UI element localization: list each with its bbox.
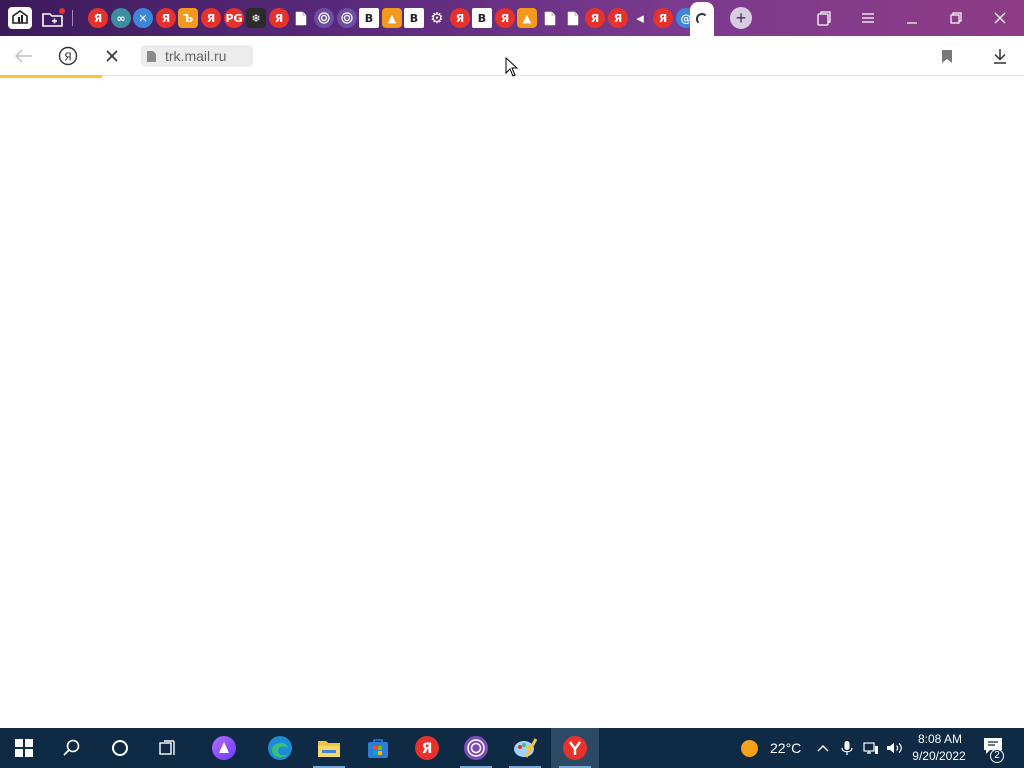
edge-app-icon[interactable] [256,728,304,768]
pinned-tab-icon[interactable] [337,8,357,28]
svg-text:Я: Я [64,51,72,64]
yandex-app-icon[interactable]: Я [403,728,451,768]
pinned-tab-icon[interactable]: PG [224,8,244,28]
desktop-screen: Я ∞ ✕ Я Ъ Я PG ❄ Я B ▲ B ⚙ Я B Я ▲ Я Я ◂ Я @ + Я [0,0,1024,768]
new-tab-button[interactable]: + [730,7,752,29]
tab-divider [72,10,73,26]
home-tab-icon[interactable] [5,4,35,32]
clock-time[interactable]: 8:08 AM [912,732,968,746]
url-text: trk.mail.ru [165,48,227,64]
pinned-tab-icon[interactable]: Я [608,8,628,28]
pinned-tab-icon[interactable]: ⚙ [427,8,447,28]
page-content[interactable] [0,78,1024,728]
tab-strip: Я ∞ ✕ Я Ъ Я PG ❄ Я B ▲ B ⚙ Я B Я ▲ Я Я ◂ Я @ + [0,0,1024,36]
paint-app-icon[interactable] [501,728,549,768]
file-explorer-app-icon[interactable] [305,728,353,768]
alice-app-icon[interactable] [200,728,248,768]
pinned-tab-icon[interactable]: Я [653,8,673,28]
mouse-cursor-icon [505,56,519,82]
bookmark-icon[interactable] [935,44,959,68]
pinned-tab-icon[interactable]: Я [450,8,470,28]
pinned-tab-icon[interactable] [291,8,311,28]
pinned-tab-icon[interactable]: Я [269,8,289,28]
clock-date[interactable]: 9/20/2022 [908,749,970,763]
pinned-tab-icon[interactable]: ❄ [246,8,266,28]
page-info-icon[interactable] [141,45,161,67]
volume-icon[interactable] [885,738,905,758]
pinned-tab-icon[interactable]: B [359,8,379,28]
weather-sun-icon[interactable] [741,740,758,757]
cortana-icon[interactable] [96,728,144,768]
task-view-icon[interactable] [144,728,192,768]
weather-temperature[interactable]: 22°C [770,740,801,756]
pinned-tab-icon[interactable]: B [472,8,492,28]
pinned-tab-icon[interactable] [540,8,560,28]
loading-spinner-icon [696,13,708,25]
pinned-tab-icon[interactable]: Я [156,8,176,28]
pinned-tab-icon[interactable]: B [404,8,424,28]
close-window-icon[interactable] [978,0,1022,36]
pinned-tab-icon[interactable]: ◂ [630,8,650,28]
show-hidden-icons-chevron-icon[interactable] [813,738,833,758]
notification-count-badge: 2 [990,749,1004,763]
pinned-tab-icon[interactable]: ▲ [517,8,537,28]
search-icon[interactable] [48,728,96,768]
pinned-tab-icon[interactable]: Я [495,8,515,28]
active-tab[interactable] [690,2,714,36]
yandex-browser-app-icon[interactable] [551,728,599,768]
pinned-tab-icon[interactable]: ∞ [111,8,131,28]
menu-icon[interactable] [846,0,890,36]
stop-loading-icon[interactable] [100,44,124,68]
restore-icon[interactable] [934,0,978,36]
svg-text:Я: Я [422,741,433,757]
pinned-tab-icon[interactable] [563,8,583,28]
back-arrow-icon[interactable] [12,44,36,68]
download-icon[interactable] [988,44,1012,68]
pinned-tab-icon[interactable]: Я [585,8,605,28]
pinned-tab-icon[interactable]: ▲ [382,8,402,28]
store-app-icon[interactable] [354,728,402,768]
pinned-tab-icon[interactable]: Ъ [178,8,198,28]
yandex-logo-icon[interactable]: Я [56,44,80,68]
new-folder-tab-icon[interactable] [38,4,68,32]
microphone-icon[interactable] [837,738,857,758]
windows-taskbar: Я 22°C 8:08 AM 9/20/2022 2 [0,728,1024,768]
pinned-tab-icon[interactable]: ✕ [133,8,153,28]
pinned-tab-icon[interactable] [314,8,334,28]
tor-browser-app-icon[interactable] [452,728,500,768]
start-button[interactable] [0,728,48,768]
minimize-icon[interactable] [890,0,934,36]
pinned-tab-icon[interactable]: Я [88,8,108,28]
address-bar[interactable]: trk.mail.ru [141,45,253,67]
pinned-tab-icon[interactable]: Я [201,8,221,28]
tab-collections-icon[interactable] [802,0,846,36]
network-icon[interactable] [861,738,881,758]
